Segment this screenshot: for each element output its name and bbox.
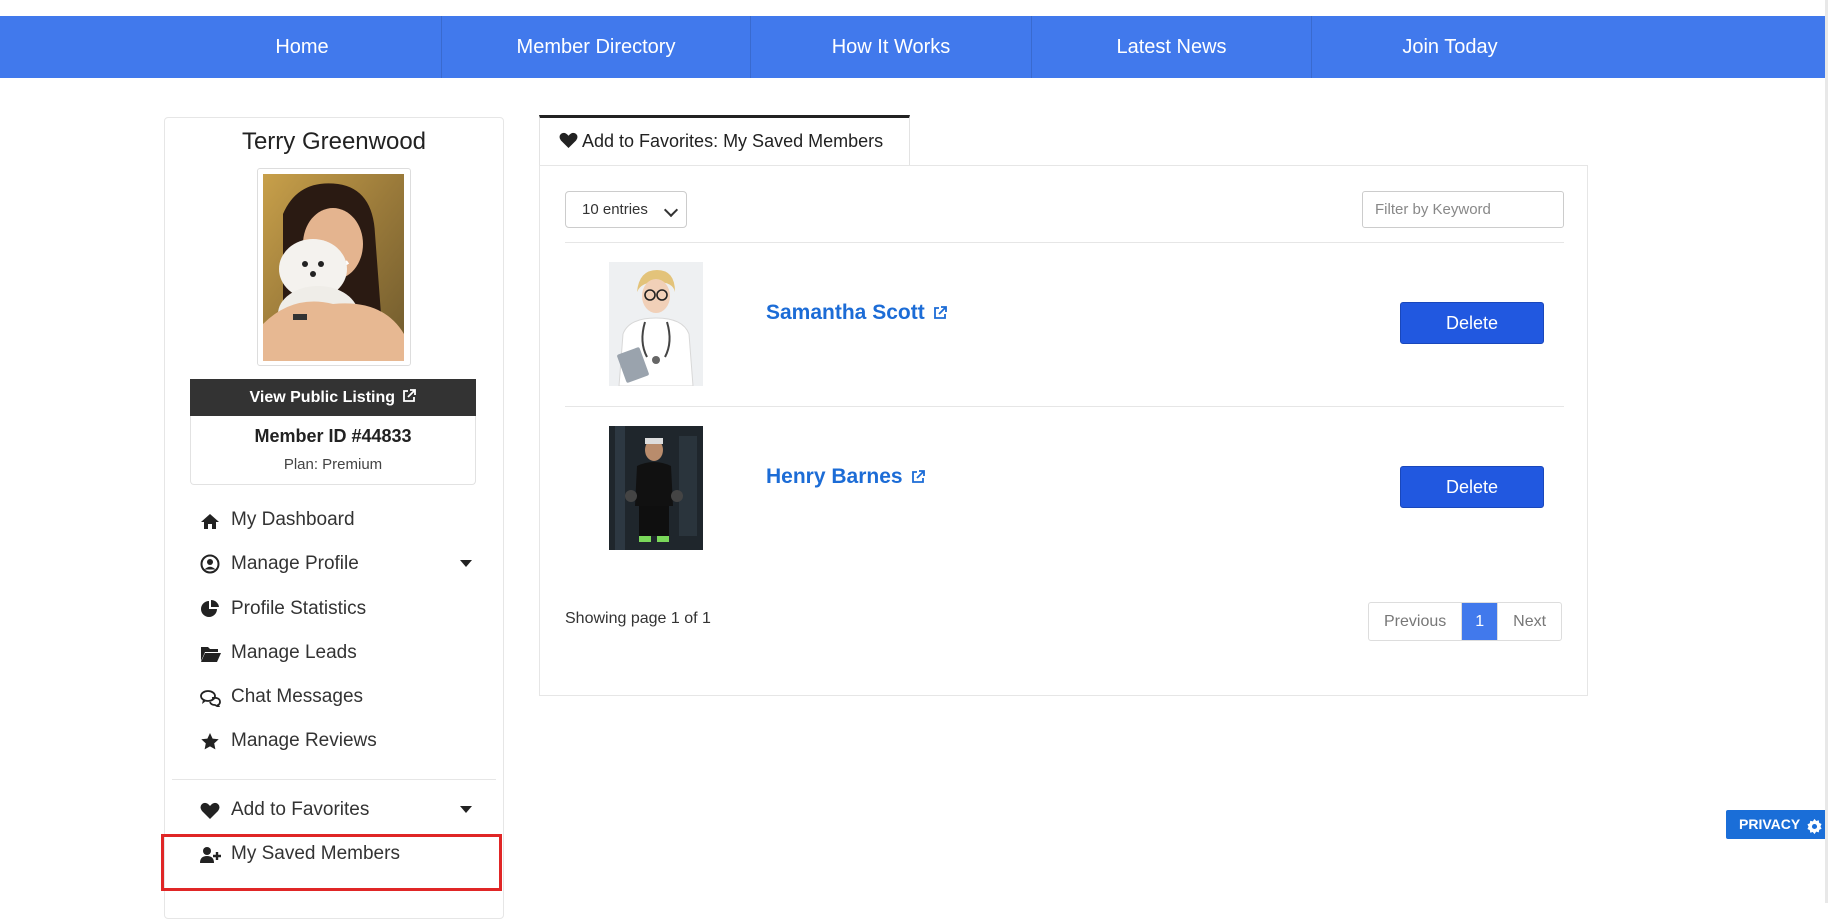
- nav-member-directory[interactable]: Member Directory: [442, 16, 751, 78]
- member-profile-link[interactable]: Henry Barnes: [766, 465, 925, 490]
- top-strip: [0, 0, 1828, 16]
- sidebar-item-profile-statistics[interactable]: Profile Statistics: [200, 594, 480, 624]
- nav-latest-news[interactable]: Latest News: [1032, 16, 1312, 78]
- member-photo: [609, 426, 703, 550]
- heart-icon: [200, 800, 222, 820]
- sidebar-item-manage-leads[interactable]: Manage Leads: [200, 638, 480, 668]
- external-link-icon: [402, 380, 417, 417]
- sidebar-item-manage-reviews[interactable]: Manage Reviews: [200, 726, 480, 756]
- heart-icon: [559, 132, 578, 154]
- selection-highlight: [161, 834, 502, 891]
- entries-value: 10 entries: [582, 201, 648, 218]
- member-name: Samantha Scott: [766, 301, 925, 324]
- member-profile-link[interactable]: Samantha Scott: [766, 301, 947, 326]
- member-photo: [609, 262, 703, 386]
- nav-home[interactable]: Home: [163, 16, 442, 78]
- member-id: Member ID #44833: [254, 426, 412, 446]
- external-link-icon: [933, 302, 947, 326]
- folder-open-icon: [200, 643, 222, 663]
- main-navbar: Home Member Directory How It Works Lates…: [0, 16, 1828, 78]
- sidebar-item-my-dashboard[interactable]: My Dashboard: [200, 505, 480, 535]
- view-public-listing-button[interactable]: View Public Listing: [190, 379, 476, 416]
- member-name: Henry Barnes: [766, 465, 903, 488]
- external-link-icon: [911, 466, 925, 490]
- nav-join-today[interactable]: Join Today: [1312, 16, 1588, 78]
- chevron-down-icon: [663, 202, 679, 218]
- user-circle-icon: [200, 554, 222, 574]
- profile-photo: [263, 174, 404, 361]
- pagination-status: Showing page 1 of 1: [565, 610, 711, 627]
- nav-how-it-works[interactable]: How It Works: [751, 16, 1032, 78]
- privacy-label: PRIVACY: [1739, 816, 1801, 832]
- star-icon: [200, 731, 222, 751]
- chat-bubbles-icon: [200, 687, 222, 710]
- chevron-down-icon[interactable]: [460, 806, 472, 813]
- home-icon: [200, 510, 222, 530]
- privacy-settings-button[interactable]: PRIVACY: [1726, 810, 1828, 839]
- sidebar-item-label: Add to Favorites: [231, 799, 370, 820]
- sidebar-item-label: Profile Statistics: [231, 598, 367, 619]
- sidebar-item-label: My Dashboard: [231, 509, 355, 530]
- sidebar-item-label: Chat Messages: [231, 686, 364, 707]
- sidebar-item-label: Manage Leads: [231, 642, 357, 663]
- tab-label: Add to Favorites: My Saved Members: [582, 131, 884, 151]
- previous-page-button[interactable]: Previous: [1369, 603, 1463, 640]
- table-row: Samantha Scott Delete: [565, 243, 1564, 406]
- chevron-down-icon[interactable]: [460, 560, 472, 567]
- gear-icon: [1806, 816, 1823, 845]
- member-info-box: Member ID #44833 Plan: Premium: [190, 416, 476, 485]
- pagination: Previous 1 Next: [1368, 602, 1563, 641]
- sidebar-item-chat-messages[interactable]: Chat Messages: [200, 682, 480, 712]
- view-public-listing-label: View Public Listing: [249, 389, 396, 406]
- entries-per-page-select[interactable]: 10 entries: [565, 191, 687, 228]
- sidebar-item-add-to-favorites[interactable]: Add to Favorites: [200, 795, 480, 825]
- member-plan: Plan: Premium: [283, 456, 383, 473]
- delete-button[interactable]: Delete: [1400, 466, 1544, 508]
- sidebar-item-manage-profile[interactable]: Manage Profile: [200, 549, 480, 579]
- delete-button[interactable]: Delete: [1400, 302, 1544, 344]
- account-sidebar: Terry Greenwood View Public Listing Memb…: [164, 117, 504, 919]
- profile-photo-frame: [257, 168, 411, 366]
- filter-keyword-input[interactable]: [1362, 191, 1564, 228]
- sidebar-item-label: Manage Profile: [231, 553, 359, 574]
- page-1-button[interactable]: 1: [1462, 603, 1499, 640]
- pie-chart-icon: [200, 599, 222, 619]
- next-page-button[interactable]: Next: [1498, 603, 1561, 640]
- tab-my-saved-members[interactable]: Add to Favorites: My Saved Members: [539, 115, 910, 165]
- sidebar-item-label: Manage Reviews: [231, 730, 377, 751]
- profile-name: Terry Greenwood: [241, 128, 427, 155]
- menu-divider: [172, 779, 496, 780]
- saved-members-panel: 10 entries Samantha Scott Delete: [539, 165, 1588, 696]
- table-row: Henry Barnes Delete: [565, 407, 1564, 570]
